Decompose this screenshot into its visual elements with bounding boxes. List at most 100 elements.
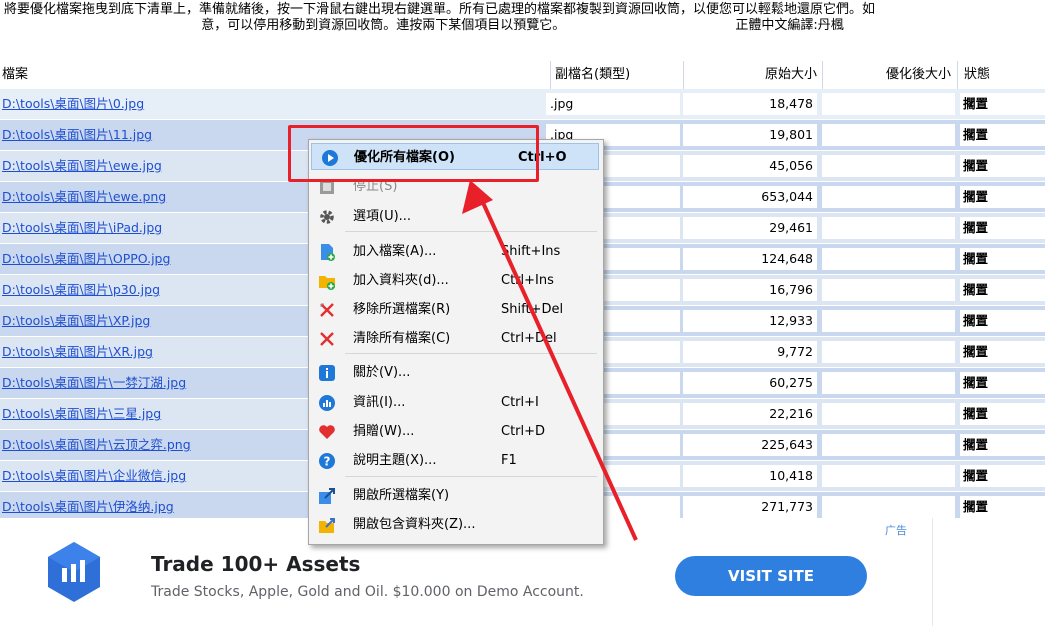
- menu-item-7[interactable]: 清除所有檔案(C) Ctrl+Del: [309, 325, 603, 352]
- status-cell: 擱置: [960, 496, 1045, 518]
- menu-item-5[interactable]: 加入資料夾(d)... Ctrl+Ins: [309, 267, 603, 294]
- instructions-line-2: 意，可以停用移動到資源回收筒。連按兩下某個項目以預覽它。: [201, 18, 566, 33]
- menu-item-shortcut: Shift+Ins: [501, 244, 561, 259]
- orig-size-cell: 18,478: [683, 93, 817, 115]
- column-header-status[interactable]: 狀態: [957, 61, 990, 89]
- menu-item-label: 加入資料夾(d)...: [353, 273, 449, 288]
- orig-size-cell: 271,773: [683, 496, 817, 518]
- menu-separator: [345, 231, 597, 232]
- orig-size-cell: 9,772: [683, 341, 817, 363]
- menu-item-11[interactable]: ? 說明主題(X)... F1: [309, 447, 603, 474]
- menu-item-6[interactable]: 移除所選檔案(R) Shift+Del: [309, 296, 603, 323]
- status-cell: 擱置: [960, 93, 1045, 115]
- gear-icon: [318, 208, 336, 226]
- orig-size-cell: 19,801: [683, 124, 817, 146]
- opt-size-cell: [822, 341, 955, 363]
- clear-all-icon: [318, 330, 336, 348]
- open-file-icon: [318, 487, 336, 505]
- info-icon: [318, 364, 336, 382]
- menu-item-label: 清除所有檔案(C): [353, 331, 451, 346]
- ext-cell: .jpg: [546, 93, 680, 115]
- menu-separator: [345, 353, 597, 354]
- status-cell: 擱置: [960, 186, 1045, 208]
- opt-size-cell: [822, 155, 955, 177]
- visit-site-button[interactable]: VISIT SITE: [675, 556, 867, 596]
- status-cell: 擱置: [960, 465, 1045, 487]
- menu-item-3[interactable]: 選項(U)...: [309, 203, 603, 230]
- status-cell: 擱置: [960, 155, 1045, 177]
- column-header-orig-size[interactable]: 原始大小: [683, 61, 817, 89]
- ad-title[interactable]: Trade 100+ Assets: [151, 552, 360, 576]
- menu-item-label: 加入檔案(A)...: [353, 244, 437, 259]
- orig-size-cell: 124,648: [683, 248, 817, 270]
- opt-size-cell: [822, 496, 955, 518]
- table-header: 檔案 副檔名(類型) 原始大小 優化後大小 狀態: [0, 61, 1045, 90]
- opt-size-cell: [822, 124, 955, 146]
- menu-item-shortcut: Ctrl+Del: [501, 331, 557, 346]
- orig-size-cell: 60,275: [683, 372, 817, 394]
- ad-label: 广告: [885, 524, 907, 537]
- opt-size-cell: [822, 465, 955, 487]
- table-row[interactable]: D:\tools\桌面\图片\0.jpg .jpg 18,478 擱置: [0, 89, 1045, 119]
- orig-size-cell: 225,643: [683, 434, 817, 456]
- status-cell: 擱置: [960, 310, 1045, 332]
- instructions-line-1: 將要優化檔案拖曳到底下清單上，準備就緒後，按一下滑鼠右鍵出現右鍵選單。所有已處理…: [4, 2, 876, 17]
- help-icon: ?: [318, 452, 336, 470]
- opt-size-cell: [822, 310, 955, 332]
- status-cell: 擱置: [960, 372, 1045, 394]
- opt-size-cell: [822, 186, 955, 208]
- opt-size-cell: [822, 403, 955, 425]
- svg-text:?: ?: [324, 455, 331, 469]
- opt-size-cell: [822, 217, 955, 239]
- menu-item-label: 開啟包含資料夾(Z)...: [353, 517, 476, 532]
- status-cell: 擱置: [960, 341, 1045, 363]
- opt-size-cell: [822, 93, 955, 115]
- ad-divider: [932, 518, 933, 626]
- menu-item-shortcut: Ctrl+Ins: [501, 273, 554, 288]
- menu-item-label: 開啟所選檔案(Y): [353, 488, 450, 503]
- opt-size-cell: [822, 372, 955, 394]
- status-cell: 擱置: [960, 434, 1045, 456]
- menu-item-12[interactable]: 開啟所選檔案(Y): [309, 482, 603, 509]
- orig-size-cell: 653,044: [683, 186, 817, 208]
- highlight-box: [288, 125, 539, 182]
- menu-item-label: 關於(V)...: [353, 365, 411, 380]
- opt-size-cell: [822, 279, 955, 301]
- column-header-ext[interactable]: 副檔名(類型): [550, 61, 683, 89]
- open-folder-icon: [318, 516, 336, 534]
- menu-item-label: 移除所選檔案(R): [353, 302, 451, 317]
- opt-size-cell: [822, 434, 955, 456]
- context-menu[interactable]: 優化所有檔案(O) Ctrl+O 停止(S) 選項(U)... 加入檔案(A)... Sh…: [308, 139, 604, 545]
- orig-size-cell: 12,933: [683, 310, 817, 332]
- menu-item-label: 捐贈(W)...: [353, 424, 415, 439]
- add-file-icon: [318, 243, 336, 261]
- status-cell: 擱置: [960, 279, 1045, 301]
- menu-item-shortcut: Ctrl+D: [501, 424, 546, 439]
- orig-size-cell: 10,418: [683, 465, 817, 487]
- menu-item-shortcut: Shift+Del: [501, 302, 564, 317]
- menu-item-4[interactable]: 加入檔案(A)... Shift+Ins: [309, 238, 603, 265]
- orig-size-cell: 29,461: [683, 217, 817, 239]
- remove-selected-icon: [318, 301, 336, 319]
- status-cell: 擱置: [960, 217, 1045, 239]
- ad-logo-icon[interactable]: [46, 540, 102, 604]
- menu-separator: [345, 476, 597, 477]
- opt-size-cell: [822, 248, 955, 270]
- status-cell: 擱置: [960, 403, 1045, 425]
- column-header-opt-size[interactable]: 優化後大小: [822, 61, 951, 89]
- menu-item-label: 選項(U)...: [353, 209, 412, 224]
- menu-item-13[interactable]: 開啟包含資料夾(Z)...: [309, 511, 603, 538]
- status-cell: 擱置: [960, 248, 1045, 270]
- column-header-file[interactable]: 檔案: [2, 61, 28, 89]
- menu-item-8[interactable]: 關於(V)...: [309, 359, 603, 386]
- menu-item-9[interactable]: 資訊(I)... Ctrl+I: [309, 389, 603, 416]
- menu-item-shortcut: F1: [501, 453, 517, 468]
- ad-description: Trade Stocks, Apple, Gold and Oil. $10.0…: [151, 584, 584, 600]
- menu-item-label: 說明主題(X)...: [353, 453, 437, 468]
- orig-size-cell: 45,056: [683, 155, 817, 177]
- orig-size-cell: 16,796: [683, 279, 817, 301]
- file-cell[interactable]: D:\tools\桌面\图片\0.jpg: [2, 93, 542, 115]
- menu-item-10[interactable]: 捐贈(W)... Ctrl+D: [309, 418, 603, 445]
- menu-item-shortcut: Ctrl+I: [501, 395, 539, 410]
- translator-credit: 正體中文編譯:丹楓: [735, 18, 844, 33]
